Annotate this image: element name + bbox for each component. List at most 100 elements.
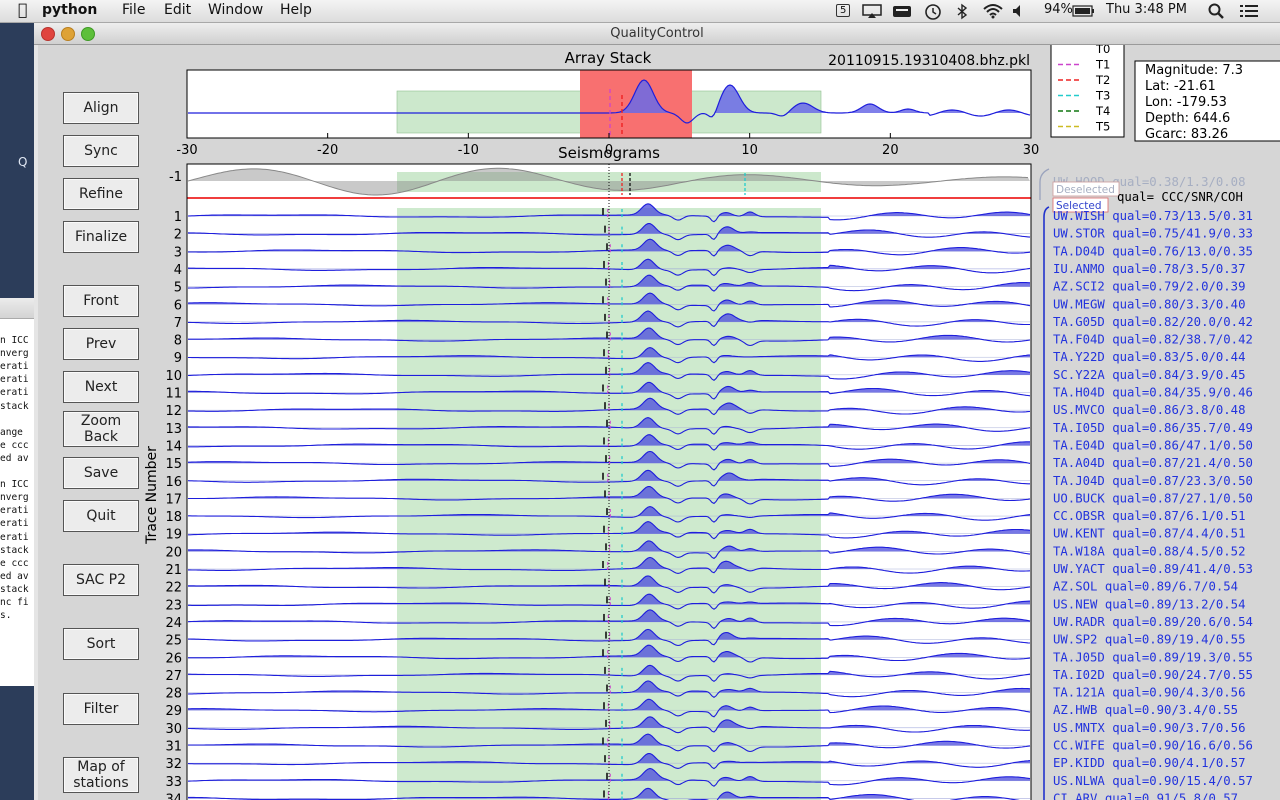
trace-number-label: 13 (165, 422, 182, 437)
event-lat: Lat: -21.61 (1145, 79, 1216, 94)
station-entry[interactable]: TA.F04D qual=0.82/38.7/0.42 (1053, 333, 1253, 347)
station-entry[interactable]: CC.WIFE qual=0.90/16.6/0.56 (1053, 739, 1253, 753)
list-icon[interactable] (1240, 4, 1258, 18)
trace-number-label: 32 (165, 757, 182, 772)
trace-number-label: 18 (165, 510, 182, 525)
menu-window[interactable]: Window (208, 2, 263, 18)
trace-number-label: 34 (165, 792, 182, 800)
station-entry[interactable]: TA.I02D qual=0.90/24.7/0.55 (1053, 668, 1253, 682)
stack-tick-label: -30 (176, 143, 197, 158)
trace-number-label: 17 (165, 492, 182, 507)
deselected-tag[interactable]: Deselected (1056, 184, 1115, 196)
trace-number-label: 14 (165, 439, 182, 454)
seis-neg-label: -1 (169, 170, 182, 185)
event-gcarc: Gcarc: 83.26 (1145, 127, 1228, 142)
array-stack-axes[interactable]: -30 -20 -10 0 10 20 30 Array Stack 20110915.19… (176, 49, 1039, 158)
station-entry[interactable]: TA.I05D qual=0.86/35.7/0.49 (1053, 421, 1253, 435)
station-entry[interactable]: AZ.SCI2 qual=0.79/2.0/0.39 (1053, 280, 1246, 294)
bluetooth-icon[interactable] (956, 3, 968, 20)
selected-station-entries[interactable]: UW.WISH qual=0.73/13.5/0.31 UW.STOR qual=… (1053, 209, 1253, 800)
trace-number-label: 22 (165, 581, 182, 596)
trace-number-label: 21 (165, 563, 182, 578)
stack-tick-label: -20 (317, 143, 338, 158)
station-entry[interactable]: TA.D04D qual=0.76/13.0/0.35 (1053, 244, 1253, 258)
station-entry[interactable]: AZ.SOL qual=0.89/6.7/0.54 (1053, 580, 1238, 594)
legend-label: T4 (1095, 104, 1110, 118)
stack-tick-label: 20 (882, 143, 899, 158)
background-window-text: n ICC nverg erati erati erati stack ange… (0, 335, 29, 622)
station-entry[interactable]: UW.SP2 qual=0.89/19.4/0.55 (1053, 633, 1246, 647)
station-entry[interactable]: TA.J04D qual=0.87/23.3/0.50 (1053, 474, 1253, 488)
trace-number-label: 29 (165, 704, 182, 719)
station-entry[interactable]: TA.E04D qual=0.86/47.1/0.50 (1053, 438, 1253, 452)
seis-ylabel: Trace Number (144, 446, 160, 545)
figure-canvas: Align Sync Refine Finalize Front Prev Ne… (38, 45, 1280, 800)
app-menu[interactable]: python (42, 2, 97, 18)
menu-bar:  python File Edit Window Help 5 94% Thu… (0, 0, 1280, 23)
trace-number-label: 4 (174, 263, 182, 278)
menu-help[interactable]: Help (280, 2, 312, 18)
station-entry[interactable]: IU.ANMO qual=0.78/3.5/0.37 (1053, 262, 1246, 276)
trace-number-labels: 1234567891011121314151617181920212223242… (165, 210, 182, 800)
stack-title: Array Stack (565, 49, 652, 67)
station-entry[interactable]: UW.KENT qual=0.87/4.4/0.51 (1053, 527, 1246, 541)
window-titlebar[interactable]: QualityControl (34, 23, 1280, 45)
station-entry[interactable]: TA.A04D qual=0.87/21.4/0.50 (1053, 456, 1253, 470)
menu-file[interactable]: File (122, 2, 145, 18)
trace-number-label: 33 (165, 775, 182, 790)
background-window-titlebar[interactable] (0, 298, 34, 319)
trace-number-label: 8 (174, 334, 182, 349)
trace-number-label: 27 (165, 669, 182, 684)
station-entry[interactable]: TA.Y22D qual=0.83/5.0/0.44 (1053, 350, 1246, 364)
airplay-icon[interactable] (862, 4, 882, 19)
station-entry[interactable]: UW.RADR qual=0.89/20.6/0.54 (1053, 615, 1253, 629)
clock[interactable]: Thu 3:48 PM (1106, 2, 1187, 17)
time-machine-icon[interactable] (924, 3, 942, 20)
deselected-bracket (1039, 168, 1050, 200)
station-entry[interactable]: CI.ARV qual=0.91/5.8/0.57 (1053, 791, 1238, 800)
station-entry[interactable]: UO.BUCK qual=0.87/27.1/0.50 (1053, 491, 1253, 505)
wifi-icon[interactable] (982, 3, 1004, 19)
trace-number-label: 7 (174, 316, 182, 331)
station-entry[interactable]: US.MNTX qual=0.90/3.7/0.56 (1053, 721, 1246, 735)
trace-number-label: 11 (165, 387, 182, 402)
stack-tick-label: -10 (458, 143, 479, 158)
station-entry[interactable]: TA.121A qual=0.90/4.3/0.56 (1053, 686, 1246, 700)
station-list-panel[interactable]: UW.HOOD qual=0.38/1.3/0.08 Deselected qu… (1039, 168, 1253, 800)
legend-label: T5 (1095, 120, 1110, 134)
station-entry[interactable]: TA.W18A qual=0.88/4.5/0.52 (1053, 544, 1246, 558)
station-entry[interactable]: SC.Y22A qual=0.84/3.9/0.45 (1053, 368, 1246, 382)
station-entry[interactable]: TA.H04D qual=0.84/35.9/0.46 (1053, 386, 1253, 400)
apple-menu-icon[interactable]:  (18, 0, 28, 19)
station-entry[interactable]: TA.J05D qual=0.89/19.3/0.55 (1053, 650, 1253, 664)
trace-number-label: 30 (165, 722, 182, 737)
trace-number-label: 25 (165, 634, 182, 649)
legend-label: T3 (1095, 89, 1110, 103)
background-terminal-window[interactable]: n ICC nverg erati erati erati stack ange… (0, 298, 35, 686)
trace-number-label: 31 (165, 740, 182, 755)
volume-icon[interactable] (1012, 4, 1026, 18)
station-entry[interactable]: US.MVCO qual=0.86/3.8/0.48 (1053, 403, 1246, 417)
event-depth: Depth: 644.6 (1145, 111, 1230, 126)
station-entry[interactable]: TA.G05D qual=0.82/20.0/0.42 (1053, 315, 1253, 329)
status-badge-5[interactable]: 5 (836, 4, 851, 17)
legend-label: T0 (1095, 45, 1110, 56)
trace-number-label: 2 (174, 228, 182, 243)
station-entry[interactable]: EP.KIDD qual=0.90/4.1/0.57 (1053, 756, 1246, 770)
seis-title: Seismograms (558, 144, 660, 162)
menu-edit[interactable]: Edit (164, 2, 191, 18)
station-entry[interactable]: UW.YACT qual=0.89/41.4/0.53 (1053, 562, 1253, 576)
trace-number-label: 9 (174, 351, 182, 366)
station-entry[interactable]: UW.MEGW qual=0.80/3.3/0.40 (1053, 297, 1246, 311)
trace-number-label: 5 (174, 281, 182, 296)
station-entry[interactable]: US.NLWA qual=0.90/15.4/0.57 (1053, 774, 1253, 788)
spotlight-icon[interactable] (1208, 3, 1224, 19)
station-entry[interactable]: UW.STOR qual=0.75/41.9/0.33 (1053, 227, 1253, 241)
station-entry[interactable]: CC.OBSR qual=0.87/6.1/0.51 (1053, 509, 1246, 523)
keyboard-icon[interactable] (892, 4, 912, 19)
station-entry[interactable]: UW.WISH qual=0.73/13.5/0.31 (1053, 209, 1253, 223)
station-entry[interactable]: AZ.HWB qual=0.90/3.4/0.55 (1053, 703, 1238, 717)
battery-icon[interactable] (1072, 5, 1096, 17)
station-entry[interactable]: US.NEW qual=0.89/13.2/0.54 (1053, 597, 1246, 611)
seismograms-axes[interactable]: Seismograms -1 Trace Number 123456789101… (144, 144, 1032, 800)
